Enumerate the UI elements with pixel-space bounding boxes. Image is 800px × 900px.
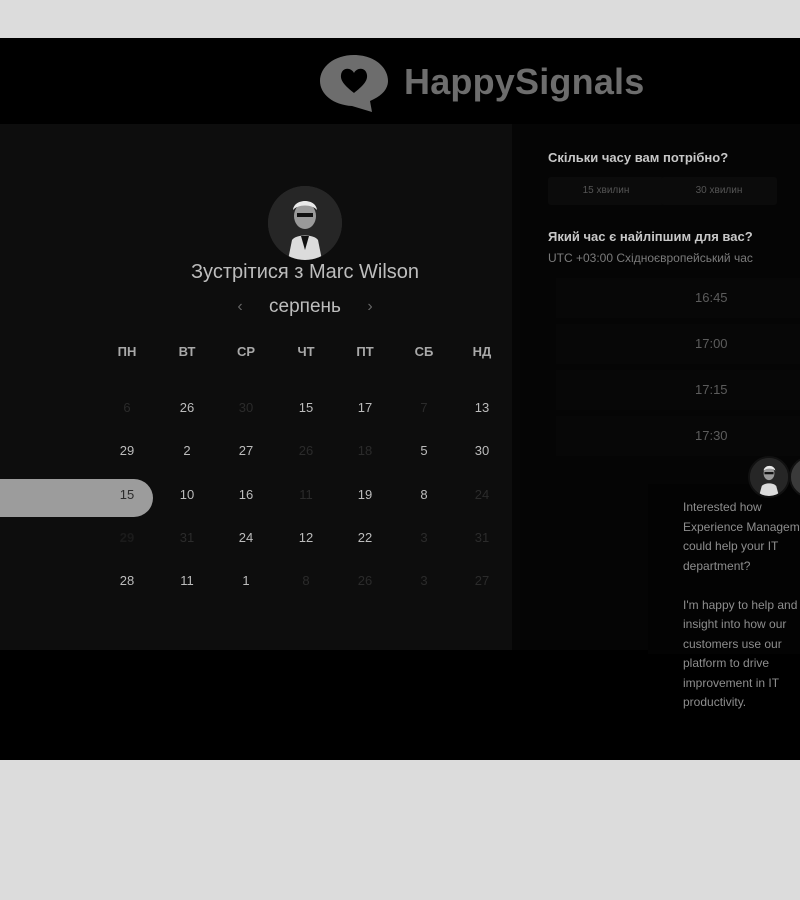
calendar-day[interactable]: 30 bbox=[462, 443, 502, 459]
time-slot[interactable]: 17:15 bbox=[556, 370, 800, 410]
brand-logo[interactable]: HappySignals bbox=[316, 51, 644, 113]
calendar-day[interactable]: 19 bbox=[345, 487, 385, 503]
weekday-header: ПН bbox=[117, 344, 137, 359]
calendar-day[interactable]: 13 bbox=[462, 400, 502, 416]
time-slot[interactable]: 17:30 bbox=[556, 416, 800, 456]
duration-option-15[interactable]: 15 хвилин bbox=[548, 177, 664, 205]
calendar-day: 30 bbox=[238, 400, 254, 415]
calendar-day: 15 bbox=[119, 487, 135, 502]
next-month-button[interactable]: › bbox=[360, 298, 380, 316]
person-portrait-icon bbox=[750, 458, 788, 496]
calendar-day: 7 bbox=[420, 400, 428, 415]
calendar-day: 31 bbox=[474, 530, 490, 545]
heart-speech-bubble-icon bbox=[320, 55, 388, 112]
calendar-day[interactable]: 26 bbox=[167, 400, 207, 416]
time-slot-label: 16:45 bbox=[695, 290, 728, 305]
host-avatar bbox=[268, 186, 342, 260]
calendar-day: 31 bbox=[179, 530, 195, 545]
calendar-day[interactable]: 28 bbox=[107, 573, 147, 589]
calendar-day[interactable]: 27 bbox=[226, 443, 266, 459]
calendar-day[interactable]: 10 bbox=[167, 487, 207, 503]
calendar-day[interactable]: 11 bbox=[167, 573, 207, 589]
calendar-day[interactable]: 17 bbox=[345, 400, 385, 416]
duration-question: Скільки часу вам потрібно? bbox=[548, 150, 729, 165]
calendar-day: 27 bbox=[474, 573, 490, 588]
calendar-day[interactable]: 12 bbox=[286, 530, 326, 546]
month-label: серпень bbox=[269, 296, 341, 317]
prev-month-button[interactable]: ‹ bbox=[230, 298, 250, 316]
chat-avatar[interactable] bbox=[748, 456, 790, 498]
duration-option-30[interactable]: 30 хвилин bbox=[661, 177, 777, 205]
weekday-header: НД bbox=[472, 344, 492, 359]
calendar-day: 8 bbox=[302, 573, 310, 588]
time-slot-label: 17:15 bbox=[695, 382, 728, 397]
weekday-header: ВТ bbox=[178, 344, 196, 359]
calendar-day: 11 bbox=[299, 487, 313, 502]
calendar-day: 26 bbox=[298, 443, 314, 458]
scheduler-screen: HappySignals Зустрітися з Marc Wilson ‹ … bbox=[0, 38, 800, 760]
calendar-day[interactable]: 2 bbox=[167, 443, 207, 459]
calendar-day: 26 bbox=[357, 573, 373, 588]
chat-message: Interested how Experience Management cou… bbox=[683, 500, 800, 709]
calendar-day[interactable]: 1 bbox=[226, 573, 266, 589]
calendar-day[interactable]: 8 bbox=[404, 487, 444, 503]
calendar-day: 18 bbox=[357, 443, 373, 458]
calendar-panel bbox=[0, 124, 512, 650]
weekday-header: ЧТ bbox=[297, 344, 315, 359]
calendar-day[interactable]: 29 bbox=[107, 443, 147, 459]
calendar-day: 3 bbox=[420, 573, 428, 588]
time-slot[interactable]: 17:00 bbox=[556, 324, 800, 364]
calendar-day[interactable]: 15 bbox=[286, 400, 326, 416]
calendar-day[interactable]: 24 bbox=[226, 530, 266, 546]
calendar-day: 6 bbox=[123, 400, 131, 415]
calendar-day-selected[interactable]: 29 bbox=[107, 530, 147, 546]
calendar-day[interactable]: 22 bbox=[345, 530, 385, 546]
time-slot-label: 17:30 bbox=[695, 428, 728, 443]
calendar-day: 3 bbox=[420, 530, 428, 545]
month-navigation: ‹ серпень › bbox=[230, 294, 380, 320]
timezone-label[interactable]: UTC +03:00 Східноєвропейський час bbox=[548, 251, 753, 265]
brand-name: HappySignals bbox=[404, 61, 645, 102]
calendar-day[interactable]: 5 bbox=[404, 443, 444, 459]
calendar-day[interactable]: 16 bbox=[226, 487, 266, 503]
weekday-header: ПТ bbox=[356, 344, 374, 359]
meeting-title: Зустрітися з Marc Wilson bbox=[190, 261, 420, 283]
weekday-header: СР bbox=[236, 344, 256, 359]
calendar-day: 24 bbox=[474, 487, 490, 502]
time-slot-label: 17:00 bbox=[695, 336, 728, 351]
person-portrait-icon bbox=[268, 186, 342, 260]
time-slot[interactable]: 16:45 bbox=[556, 278, 800, 318]
time-question: Який час є найліпшим для вас? bbox=[548, 229, 753, 244]
weekday-header: СБ bbox=[414, 344, 434, 359]
